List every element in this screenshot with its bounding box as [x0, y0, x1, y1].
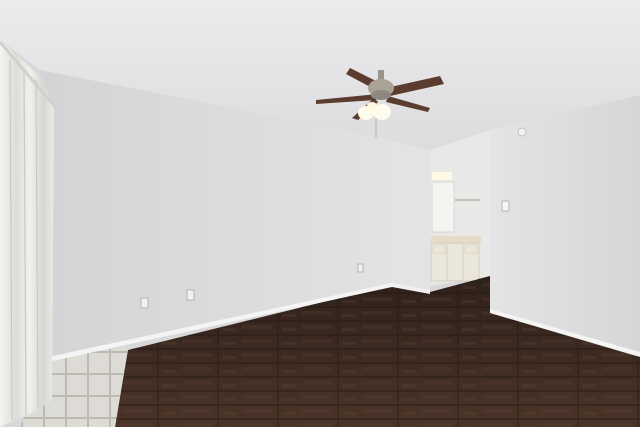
room-illustration	[0, 0, 640, 427]
vanity-cabinet	[430, 242, 480, 282]
smoke-detector	[517, 127, 527, 137]
empty-bedroom-photo	[0, 0, 640, 427]
vanity-light	[432, 172, 452, 180]
outlet-icon	[357, 263, 364, 273]
light-switch-icon	[501, 200, 510, 212]
outlet-icon	[186, 289, 195, 301]
vanity-countertop	[431, 236, 481, 243]
outlet-icon	[140, 297, 149, 309]
wall-pillar	[392, 140, 430, 292]
bathroom-mirror	[431, 181, 455, 233]
